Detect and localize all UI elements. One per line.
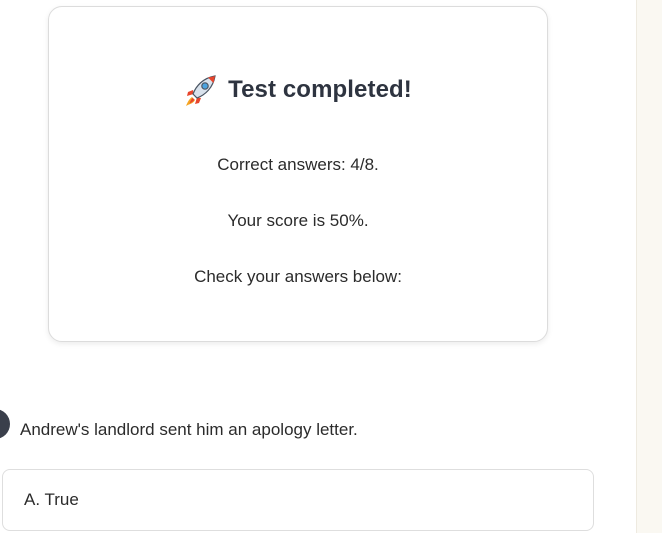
- answer-option-label: A. True: [24, 490, 79, 509]
- rocket-icon: [184, 73, 218, 107]
- result-title-row: Test completed!: [49, 73, 547, 107]
- question-text: Andrew's landlord sent him an apology le…: [20, 420, 358, 439]
- score-text: Your score is 50%.: [227, 211, 369, 230]
- question-number-badge: [0, 409, 10, 439]
- answer-option-a[interactable]: A. True: [2, 469, 594, 531]
- correct-answers-text: Correct answers: 4/8.: [217, 155, 379, 174]
- result-title: Test completed!: [228, 76, 412, 103]
- check-answers-prompt: Check your answers below:: [194, 267, 402, 286]
- result-card: Test completed! Correct answers: 4/8. Yo…: [48, 6, 548, 342]
- right-gutter: [636, 0, 662, 533]
